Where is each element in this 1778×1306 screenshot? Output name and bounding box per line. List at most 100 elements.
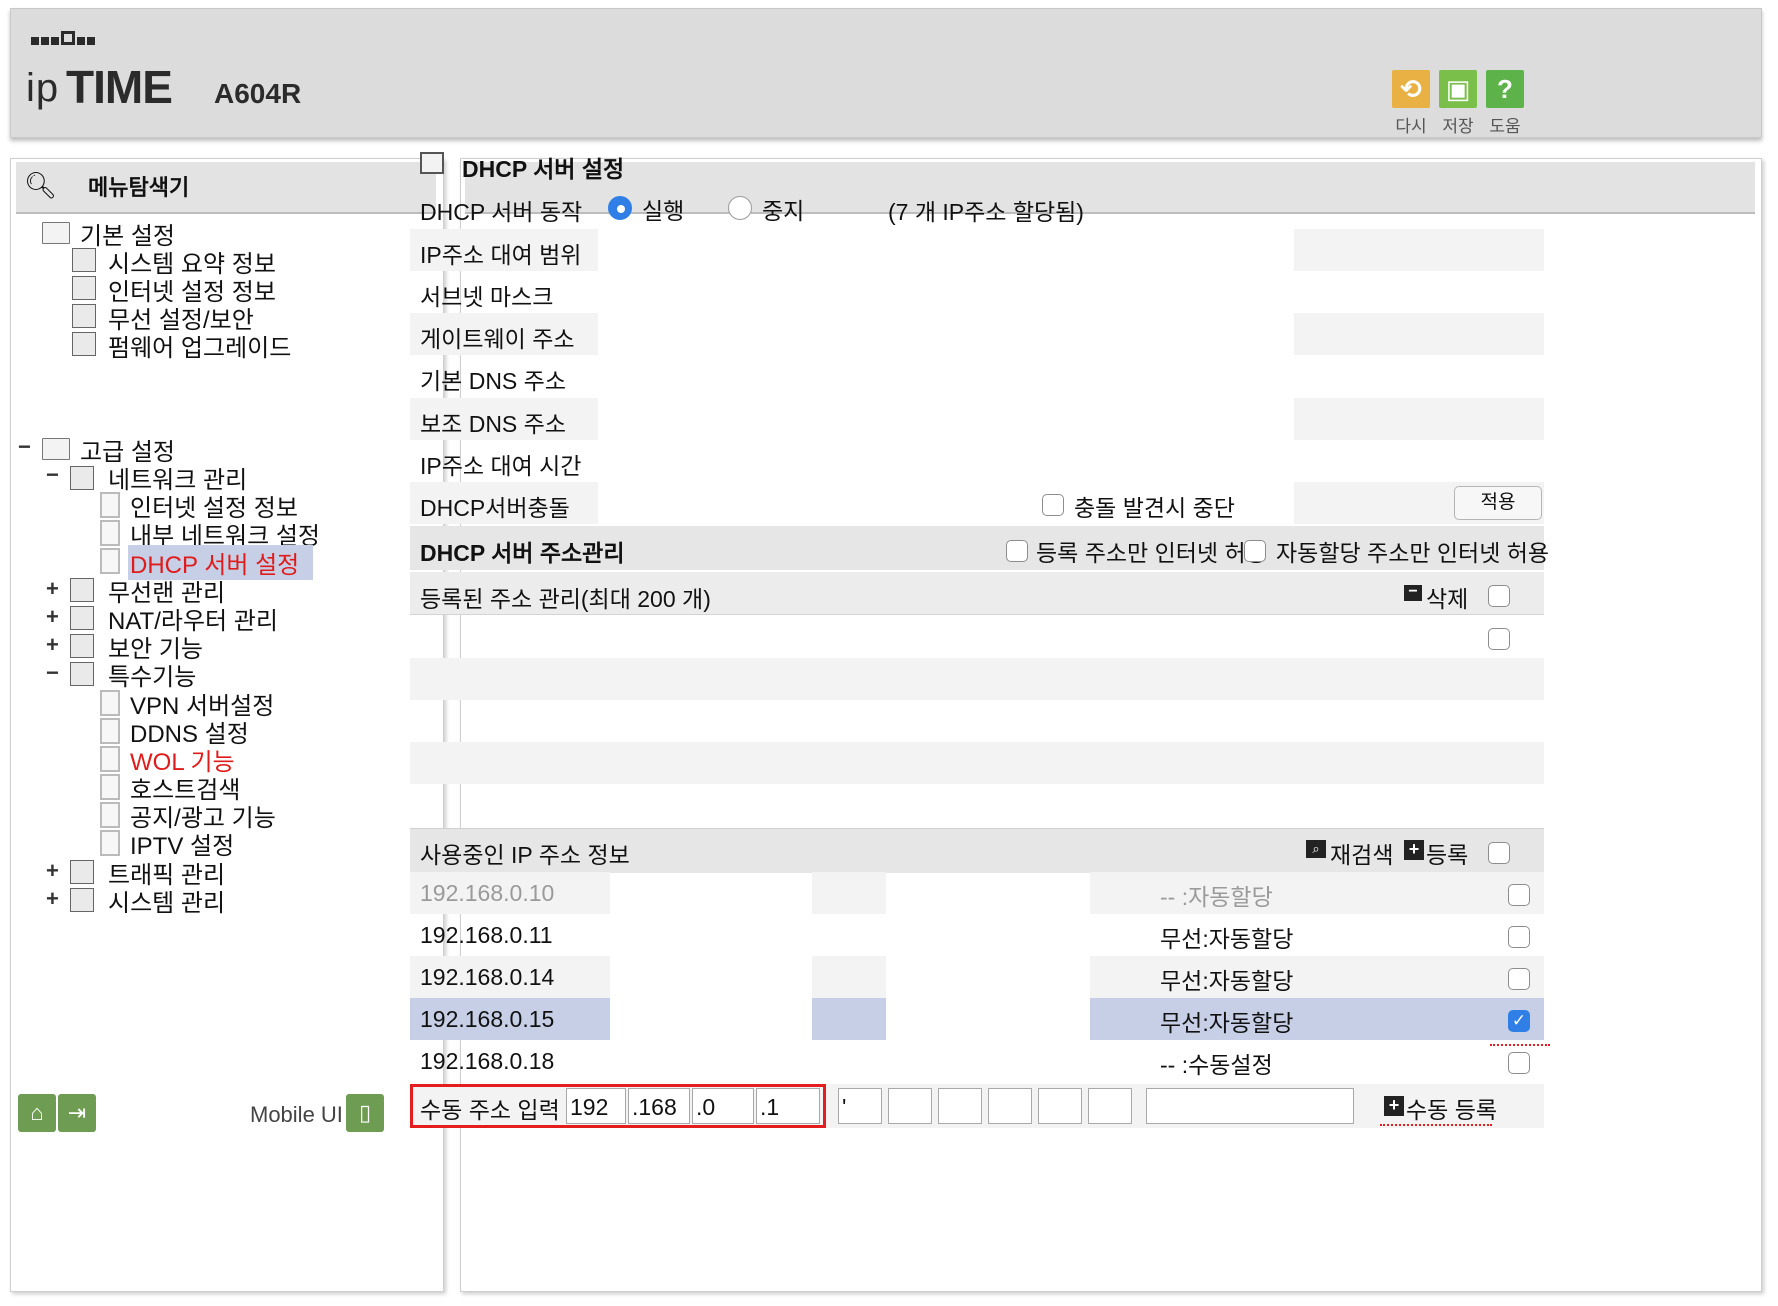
magnifier-icon: 🔍︎ [24,170,58,200]
collapse-icon[interactable]: − [46,462,59,488]
server-action-label: DHCP 서버 동작 [420,199,583,225]
selected-cell-bg [812,998,886,1040]
plus-icon[interactable]: + [1384,1096,1404,1116]
assign-type: 무선:자동할당 [1160,968,1294,994]
ip-octet-2[interactable]: .168 [628,1088,690,1124]
assign-type: -- :자동할당 [1160,884,1273,910]
collapse-icon[interactable]: − [18,434,31,460]
selected-cell-bg [1090,998,1544,1040]
row-checkbox[interactable] [1508,968,1530,990]
manual-label: 수동 주소 입력 [420,1097,560,1123]
folder-icon [42,222,70,244]
ip-address: 192.168.0.15 [420,1006,555,1032]
expand-icon[interactable]: + [46,632,59,658]
ip-address: 192.168.0.11 [420,922,553,948]
collapse-icon[interactable]: − [46,660,59,686]
conflict-stop-checkbox[interactable] [1042,494,1064,516]
page-icon [100,802,120,828]
brand-prefix: ip [26,66,60,110]
help-icon[interactable]: ? [1486,70,1524,108]
lock-icon [70,634,94,658]
table-cell-bg [812,956,886,998]
page-icon [100,548,120,574]
upgrade-icon [72,332,96,356]
sidebar-title: 메뉴탐색기 [88,175,190,200]
redaction-mark [1490,1038,1550,1046]
delete-all-checkbox[interactable] [1488,585,1510,607]
rescan-label[interactable]: 재검색 [1330,836,1393,870]
mac-octet-4[interactable] [988,1088,1032,1124]
network-icon [70,466,94,490]
assign-type: -- :수동설정 [1160,1052,1273,1078]
reset-label: 다시 [1395,117,1427,136]
row-checkbox[interactable] [1508,926,1530,948]
redaction-mark [1380,1120,1492,1126]
registered-row-checkbox[interactable] [1488,628,1510,650]
field-gateway: 게이트웨이 주소 [420,326,575,352]
table-cell-bg [812,872,886,914]
traffic-icon [70,860,94,884]
radio-stop[interactable] [728,196,752,220]
help-label: 도움 [1489,117,1521,136]
row-checkbox-checked[interactable]: ✓ [1508,1010,1530,1032]
conflict-stop-label: 충돌 발견시 중단 [1074,495,1235,521]
chart-icon [70,888,94,912]
assign-type: 무선:자동할당 [1160,926,1294,952]
page-icon [100,690,120,716]
delete-label[interactable]: 삭제 [1426,580,1468,614]
registered-title: 등록된 주소 관리(최대 200 개) [420,586,711,612]
table-cell-bg [1090,956,1544,998]
mobile-icon[interactable]: ▯ [346,1094,384,1132]
brand-name: TIME [66,61,173,113]
apply-button[interactable]: 적용 [1454,486,1542,520]
row-checkbox[interactable] [1508,1052,1530,1074]
mac-octet-6[interactable] [1088,1088,1132,1124]
auto-only-checkbox[interactable] [1244,540,1266,562]
conflict-label: DHCP서버충돌 [420,495,570,521]
expand-icon[interactable]: + [46,604,59,630]
registered-only-checkbox[interactable] [1006,540,1028,562]
expand-icon[interactable]: + [46,886,59,912]
page-icon [100,746,120,772]
row-checkbox[interactable] [1508,884,1530,906]
wireless-icon [72,304,96,328]
logout-icon[interactable]: ⇥ [58,1094,96,1132]
field-subnet-mask: 서브넷 마스크 [420,284,554,310]
register-label[interactable]: 등록 [1426,836,1468,870]
field-secondary-dns: 보조 DNS 주소 [420,411,566,437]
page-icon [100,492,120,518]
plus-icon[interactable]: + [1404,840,1424,860]
mac-octet-2[interactable] [888,1088,932,1124]
tree-system-mgmt[interactable]: 시스템 관리 [108,883,225,918]
in-use-all-checkbox[interactable] [1488,842,1510,864]
expand-icon[interactable]: + [46,858,59,884]
reset-icon[interactable]: ⟲ [1392,70,1430,108]
tree-firmware-upgrade[interactable]: 펌웨어 업그레이드 [108,328,291,363]
ip-octet-4[interactable]: .1 [756,1088,820,1124]
monitor-icon [72,276,96,300]
expand-icon[interactable]: + [46,576,59,602]
ip-octet-3[interactable]: .0 [692,1088,754,1124]
save-icon[interactable]: ▣ [1439,70,1477,108]
registered-row-empty [410,658,1544,700]
mac-octet-1[interactable]: ' [838,1088,882,1124]
minus-icon[interactable]: − [1404,584,1422,601]
search-icon[interactable]: ⌕ [1306,840,1326,858]
chart-icon [72,248,96,272]
addr-mgmt-title: DHCP 서버 주소관리 [420,540,625,566]
ip-octet-1[interactable]: 192 [566,1088,626,1124]
mac-octet-3[interactable] [938,1088,982,1124]
field-value-bg [1294,398,1544,440]
ip-address: 192.168.0.14 [420,964,555,990]
page-title: DHCP 서버 설정 [462,156,625,182]
model-name: A604R [214,78,302,109]
radio-run[interactable] [608,196,632,220]
mobile-ui-link[interactable]: Mobile UI [250,1102,343,1128]
description-input[interactable] [1146,1088,1354,1124]
home-icon[interactable]: ⌂ [18,1094,56,1132]
ip-address: 192.168.0.18 [420,1048,555,1074]
page-icon [100,520,120,546]
ip-address: 192.168.0.10 [420,880,555,906]
field-lease-time: IP주소 대여 시간 [420,453,582,479]
mac-octet-5[interactable] [1038,1088,1082,1124]
